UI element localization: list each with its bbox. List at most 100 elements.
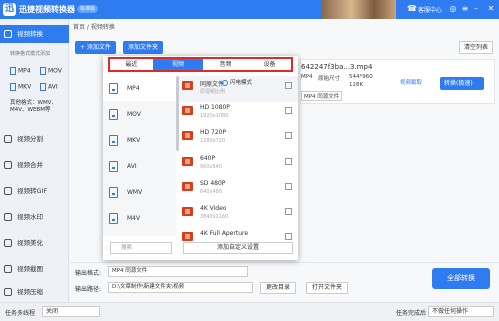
header-banner-image [322,0,396,19]
convert-fast-button[interactable]: 转换(极速) [440,77,484,90]
output-path-field[interactable]: D:\文章制作\新建文件夹\视频 [108,282,253,293]
format-item-avi[interactable]: AVI [103,154,176,179]
gif-icon [4,187,12,195]
compress-icon [4,288,12,296]
format-item-wmv[interactable]: WMV [103,180,176,205]
sidebar-item-gif[interactable]: 视频转GIF [0,182,69,200]
preset-640p[interactable]: 640P 960x640 [179,152,298,178]
format-item-mkv[interactable]: MKV [103,128,176,153]
mkv-file-icon [109,135,118,146]
tab-video[interactable]: 视频 [153,59,203,70]
edit-icon[interactable] [285,82,292,89]
service-link[interactable]: 客服中心 [418,5,442,14]
sidebar-sub-label: 转换格式模式添加 [10,51,51,57]
file-icon [10,83,16,91]
format-picker-popup: 最近 视频 音频 设备 MP4 MOV MKV AVI WMV M4V 同原文件… [103,56,298,260]
video-trim-link[interactable]: 视频截取 [400,78,422,86]
wmv-file-icon [109,187,118,198]
sidebar-item-split[interactable]: 视频分割 [0,130,69,148]
film-icon [182,106,193,115]
format-item-m4v[interactable]: M4V [103,206,176,231]
sidebar-item-watermark[interactable]: 视频水印 [0,208,69,226]
edit-icon[interactable] [285,208,292,215]
task-done-select[interactable]: 不做任何操作 [428,306,494,317]
format-search-input[interactable]: 搜索 [110,242,172,254]
film-icon [182,182,193,191]
app-badge: 标准版 [77,5,99,13]
menu-icon[interactable]: ≡ [460,4,470,14]
change-dir-button[interactable]: 更改目录 [260,282,297,294]
film-icon [182,157,193,166]
convert-icon [4,30,12,38]
format-avi[interactable]: AVI [40,83,58,91]
format-list: MP4 MOV MKV AVI WMV M4V [103,76,176,236]
title-bar: 迅 迅捷视频转换器 标准版 ☎ 客服中心 ◎ ≡ – ✕ [0,0,499,19]
output-format-select[interactable]: MP4 同源文件 [108,266,248,277]
bell-icon[interactable]: ◎ [448,4,458,14]
close-icon[interactable]: ✕ [486,4,496,14]
split-icon [4,135,12,143]
file-bitrate: 128K [349,82,364,88]
sidebar-item-video-convert[interactable]: 视频转换 [0,25,69,43]
add-custom-setting-button[interactable]: 添加自定义设置 [183,242,293,254]
edit-icon[interactable] [285,107,292,114]
preset-4k-full-aperture[interactable]: 4K Full Aperture [179,227,298,241]
task-done-label: 任务完成后 [396,310,427,317]
film-icon [182,207,193,216]
preset-sd-480p[interactable]: SD 480P 640x480 [179,177,298,203]
format-item-mp4[interactable]: MP4 [103,76,176,101]
file-resolution: 544*960 [349,74,373,80]
sidebar-item-compress[interactable]: 视频压缩 [0,283,69,301]
preset-4k-video[interactable]: 4K Video 3840x2160 [179,202,298,228]
tab-recent[interactable]: 最近 [110,59,153,70]
watermark-icon [4,213,12,221]
format-mkv[interactable]: MKV [10,83,31,91]
app-name: 迅捷视频转换器 [19,5,75,14]
convert-all-button[interactable]: 全部转换 [432,268,490,289]
open-folder-button[interactable]: 打开文件夹 [306,282,349,294]
avi-file-icon [109,161,118,172]
app-logo-icon: 迅 [3,3,16,16]
output-format-label: 输出格式: [75,270,102,277]
thread-select[interactable]: 关闭 [42,306,100,317]
film-icon [182,81,193,90]
mp4-file-icon [109,83,118,94]
preset-hd-720p[interactable]: HD 720P 1280x720 [179,126,298,152]
preset-same-as-source[interactable]: 同原文件 原视频比例 闪电模式 [179,76,298,102]
add-folder-button[interactable]: 添加文件夹 [123,41,164,54]
output-path-label: 输出路径: [75,286,102,293]
sidebar-item-merge[interactable]: 视频合并 [0,156,69,174]
m4v-file-icon [109,213,118,224]
sidebar-item-screenshot[interactable]: 视频截图 [0,260,69,278]
headset-icon[interactable]: ☎ [407,4,417,14]
format-item-mov[interactable]: MOV [103,102,176,127]
task-thread-label: 任务多线程 [5,310,36,317]
edit-icon[interactable] [285,132,292,139]
file-name: 642247f3ba...3.mp4 [301,63,373,71]
beautify-icon [4,239,12,247]
lightning-mode-badge: 闪电模式 [222,78,252,86]
lightning-icon [222,79,228,86]
tab-audio[interactable]: 音频 [203,59,248,70]
preset-hd-1080p[interactable]: HD 1080P 1920x1080 [179,101,298,127]
file-format: MP4 [301,74,313,80]
file-source-select[interactable]: MP4 同源文件 [301,91,343,101]
film-icon [182,131,193,140]
format-other[interactable]: 其他格式：WMV、M4V、WEBM等 [10,100,68,114]
edit-icon[interactable] [285,183,292,190]
file-size-label: 原始尺寸 [318,76,341,82]
edit-icon[interactable] [285,233,292,240]
format-mp4[interactable]: MP4 [10,67,31,75]
minimize-icon[interactable]: – [471,4,481,14]
tab-device[interactable]: 设备 [248,59,291,70]
screenshot-icon [4,265,12,273]
format-mov[interactable]: MOV [40,67,62,75]
sidebar-item-beautify[interactable]: 视频美化 [0,234,69,252]
file-icon [10,67,16,75]
add-file-button[interactable]: + 添加文件 [75,41,116,54]
breadcrumb: 首页 / 视频转换 [73,24,115,31]
format-tabs: 最近 视频 音频 设备 [108,57,293,72]
clear-list-button[interactable]: 清空列表 [458,41,493,54]
film-icon [182,232,193,241]
edit-icon[interactable] [285,158,292,165]
